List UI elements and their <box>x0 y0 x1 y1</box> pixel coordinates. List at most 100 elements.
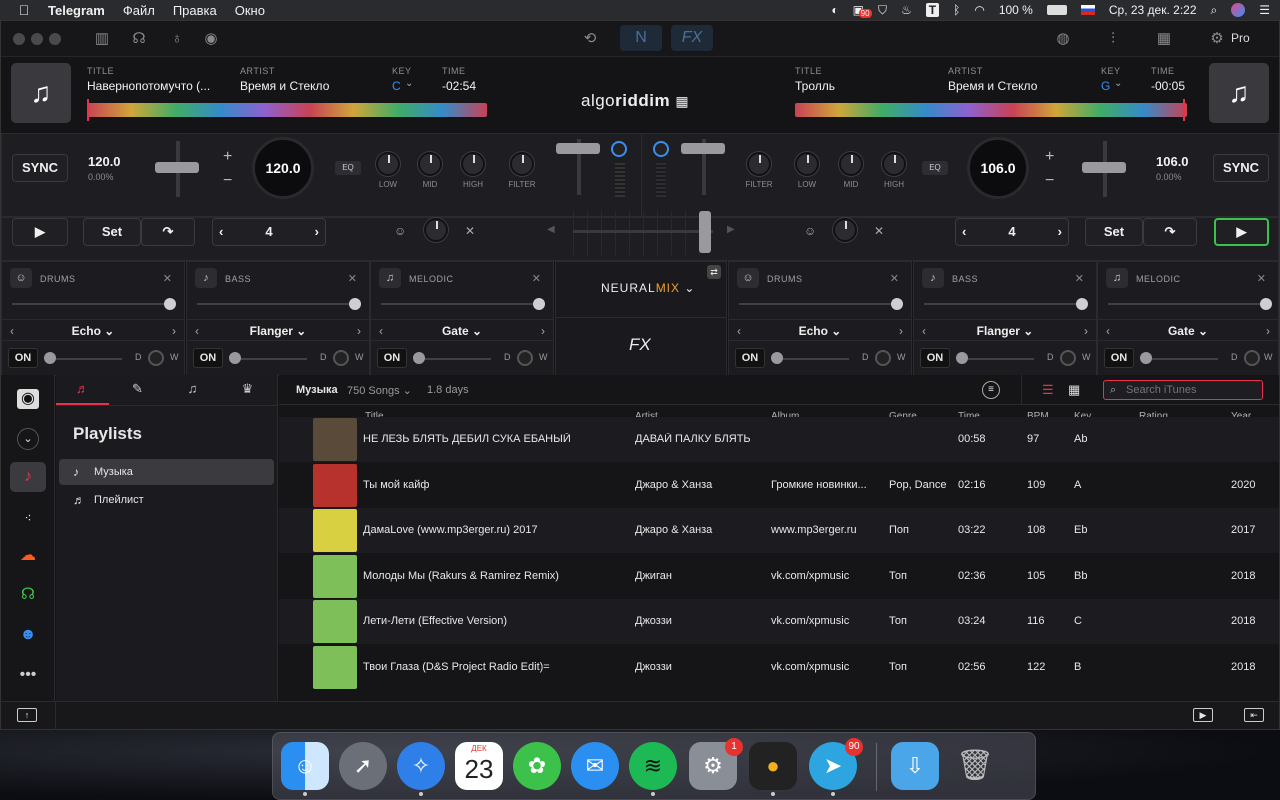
right-loop-next-icon[interactable]: › <box>1058 219 1062 245</box>
right-eq-high-knob[interactable] <box>882 152 906 176</box>
left-stem-knob[interactable] <box>424 218 448 242</box>
grid-icon[interactable]: ▦ <box>1154 29 1174 49</box>
tidal-icon[interactable]: ⁖ <box>10 503 46 533</box>
fx-param-slider[interactable] <box>956 352 1034 364</box>
bass-guitar-icon[interactable]: ♪ <box>195 268 217 288</box>
right-filter-knob[interactable] <box>747 152 771 176</box>
filter-icon[interactable]: ≡ <box>982 381 1000 399</box>
right-cue-jump-icon[interactable]: ↷ <box>1143 218 1197 246</box>
left-eq-high-knob[interactable] <box>461 152 485 176</box>
vk-icon[interactable]: ▣ 90 <box>853 3 872 18</box>
messages-dock-icon[interactable]: ✉ <box>571 742 619 790</box>
left-volume-fader[interactable] <box>556 143 600 154</box>
neuralmix-title[interactable]: NEURALMIX ⌄ <box>601 281 695 295</box>
soundcloud-icon[interactable]: ☁ <box>10 541 46 571</box>
pro-label[interactable]: Pro <box>1231 31 1250 45</box>
left-loop-next-icon[interactable]: › <box>315 219 319 245</box>
crossfader-right-arrow-icon[interactable]: ▶ <box>727 224 735 235</box>
datetime[interactable]: Ср, 23 дек. 2:22 <box>1109 3 1197 17</box>
dry-wet-knob[interactable] <box>517 350 533 366</box>
dry-wet-knob[interactable] <box>1060 350 1076 366</box>
list-view-icon[interactable]: ☰ <box>1042 382 1054 398</box>
stem-fx-selector[interactable]: ‹ Gate ⌄ › <box>371 319 553 341</box>
left-cue-set-button[interactable]: Set <box>83 218 141 246</box>
finder-dock-icon[interactable]: ☺ <box>281 742 329 796</box>
add-to-deck-icon[interactable]: ↑ <box>17 708 37 722</box>
fx-on-button[interactable]: ON <box>735 348 765 368</box>
stem-volume-slider[interactable] <box>381 298 545 310</box>
fx-prev-icon[interactable]: ‹ <box>10 320 14 342</box>
left-pitch[interactable]: 0.00% <box>88 172 114 182</box>
trash-dock-icon[interactable]: 🗑 <box>951 742 999 790</box>
left-eq-mid-knob[interactable] <box>418 152 442 176</box>
telegram-dock-icon[interactable]: ➤ 90 <box>809 738 863 796</box>
safari-dock-icon[interactable]: ✧ <box>397 742 445 796</box>
stem-volume-slider[interactable] <box>739 298 903 310</box>
sidebar-item-playlist[interactable]: ♬ Плейлист <box>59 487 274 513</box>
battery-label[interactable]: 100 % <box>999 3 1033 17</box>
fx-prev-icon[interactable]: ‹ <box>737 320 741 342</box>
left-stem-mute-icon[interactable]: ✕ <box>465 224 475 238</box>
right-waveform-overview[interactable] <box>795 103 1187 117</box>
left-pitch-minus-icon[interactable]: − <box>223 172 232 190</box>
bass-guitar-icon[interactable]: ♪ <box>922 268 944 288</box>
dry-wet-knob[interactable] <box>333 350 349 366</box>
dry-wet-knob[interactable] <box>148 350 164 366</box>
dry-wet-knob[interactable] <box>875 350 891 366</box>
stem-fx-selector[interactable]: ‹ Flanger ⌄ › <box>914 319 1096 341</box>
left-play-button[interactable]: ▶ <box>12 218 68 246</box>
launchpad-dock-icon[interactable]: ➚ <box>339 742 387 790</box>
zoom-window-button[interactable] <box>49 33 61 45</box>
search-input[interactable] <box>1126 383 1258 397</box>
drums-icon[interactable]: ☺ <box>737 268 759 288</box>
right-pitch[interactable]: 0.00% <box>1156 172 1182 182</box>
mute-icon[interactable]: ✕ <box>1075 272 1084 285</box>
melodic-icon[interactable]: ♫ <box>379 268 401 288</box>
levels-icon[interactable]: ▥ <box>92 29 112 49</box>
fx-on-button[interactable]: ON <box>193 348 223 368</box>
downloads-folder-dock-icon[interactable]: ⇩ <box>891 742 939 790</box>
t-icon[interactable]: T <box>925 3 940 17</box>
siri-icon[interactable] <box>1231 3 1246 17</box>
fx-mode-button[interactable]: FX <box>671 25 713 51</box>
mute-icon[interactable]: ✕ <box>163 272 172 285</box>
left-stem-drums-icon[interactable]: ☺ <box>394 224 406 238</box>
table-row[interactable]: Лети-Лети (Effective Version) Джоззи vk.co… <box>279 599 1279 644</box>
shield-icon[interactable]: ⛉ <box>878 3 887 18</box>
left-eq-low-knob[interactable] <box>376 152 400 176</box>
menu-edit[interactable]: Правка <box>173 3 217 18</box>
right-jog-wheel[interactable]: 106.0 <box>967 137 1029 199</box>
right-gain-knob[interactable] <box>653 141 669 157</box>
left-cue-jump-icon[interactable]: ↷ <box>141 218 195 246</box>
spotify-dock-icon[interactable]: ≋ <box>629 742 677 796</box>
neural-mode-button[interactable]: N <box>620 25 662 51</box>
table-row[interactable]: Ты мой кайф Джаро & Ханза Громкие новинки.… <box>279 462 1279 508</box>
fx-next-icon[interactable]: › <box>357 320 361 342</box>
fx-param-slider[interactable] <box>413 352 491 364</box>
fx-next-icon[interactable]: › <box>1084 320 1088 342</box>
tab-songs-icon[interactable]: ♫ <box>166 375 219 405</box>
right-eq-badge[interactable]: EQ <box>922 161 948 175</box>
left-pitch-plus-icon[interactable]: + <box>223 148 232 166</box>
headphones-icon[interactable]: ☊ <box>129 29 149 49</box>
fx-next-icon[interactable]: › <box>899 320 903 342</box>
calendar-dock-icon[interactable]: ДЕК 23 <box>455 742 503 790</box>
fx-panel-label[interactable]: FX <box>629 335 651 355</box>
menu-window[interactable]: Окно <box>235 3 265 18</box>
globe-icon[interactable]: ◍ <box>1053 29 1073 49</box>
table-row[interactable]: Молоды Мы (Rakurs & Ramirez Remix) Джиган… <box>279 553 1279 599</box>
right-key-chevron-icon[interactable]: ⌄ <box>1114 78 1122 89</box>
library-count[interactable]: 750 Songs ⌄ <box>347 384 412 397</box>
apple-music-icon[interactable]: ♪ <box>10 462 46 492</box>
contrast-icon[interactable]: ◐ <box>831 3 838 17</box>
right-stem-mute-icon[interactable]: ✕ <box>874 224 884 238</box>
left-eq-badge[interactable]: EQ <box>335 161 361 175</box>
right-tempo-fader[interactable] <box>1082 162 1126 173</box>
tab-genres-icon[interactable]: ♛ <box>221 375 274 405</box>
search-box[interactable]: ⌕ <box>1103 380 1263 400</box>
fx-param-slider[interactable] <box>44 352 122 364</box>
minimize-window-button[interactable] <box>31 33 43 45</box>
stem-volume-slider[interactable] <box>924 298 1088 310</box>
wifi-icon[interactable]: ◠ <box>974 3 984 17</box>
fx-prev-icon[interactable]: ‹ <box>379 320 383 342</box>
